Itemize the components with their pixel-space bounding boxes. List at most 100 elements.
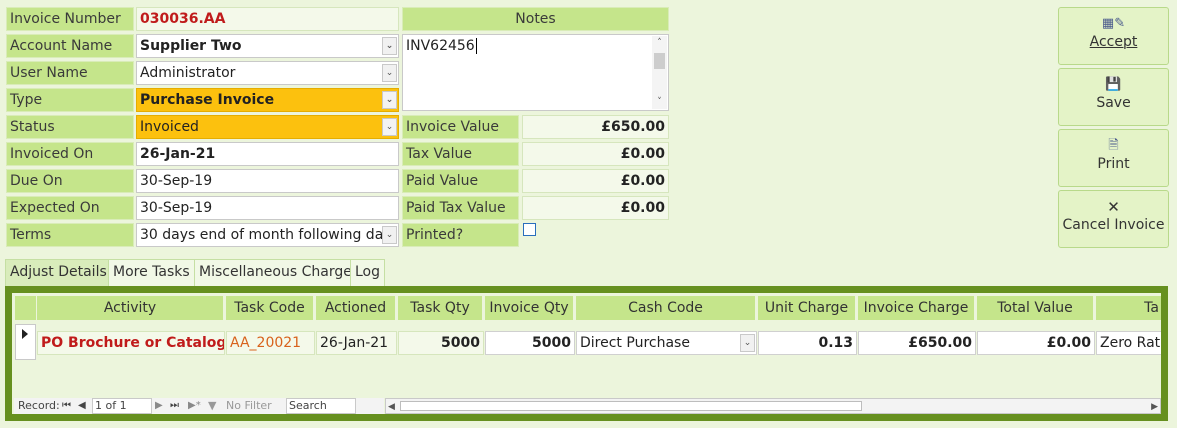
- datasheet-body: Activity Task Code Actioned Task Qty Inv…: [12, 293, 1161, 414]
- status-value: Invoiced: [140, 119, 199, 135]
- cell-actioned[interactable]: 26-Jan-21: [316, 331, 397, 355]
- tax-value-field: £0.00: [522, 142, 669, 166]
- invoiced-on-label: Invoiced On: [6, 142, 134, 166]
- cell-activity[interactable]: PO Brochure or Catalogue: [37, 331, 225, 355]
- cell-invoice-charge[interactable]: £650.00: [858, 331, 976, 355]
- scrollbar-thumb[interactable]: [400, 401, 862, 411]
- row-selector-header[interactable]: [15, 296, 36, 320]
- type-label: Type: [6, 88, 134, 112]
- previous-record-icon[interactable]: ◀: [78, 398, 86, 414]
- due-on-label: Due On: [6, 169, 134, 193]
- next-record-icon[interactable]: ▶: [155, 398, 163, 414]
- tab-adjust-details[interactable]: Adjust Details: [5, 259, 112, 286]
- chevron-down-icon[interactable]: ⌄: [382, 118, 397, 136]
- terms-select[interactable]: 30 days end of month following date ⌄: [136, 223, 399, 247]
- column-header-invoice-charge[interactable]: Invoice Charge: [858, 296, 976, 320]
- chevron-left-icon[interactable]: ◀: [388, 399, 395, 414]
- invoice-number-label: Invoice Number: [6, 7, 134, 31]
- chevron-down-icon[interactable]: ⌄: [382, 64, 397, 82]
- last-record-icon[interactable]: ⏭: [170, 398, 179, 414]
- accept-icon: ▦✎: [1101, 16, 1126, 31]
- save-label: Save: [1096, 95, 1131, 111]
- chevron-down-icon[interactable]: ⌄: [382, 37, 397, 55]
- notes-scrollbar[interactable]: ˄ ˅: [652, 36, 667, 109]
- column-header-invoice-qty[interactable]: Invoice Qty: [485, 296, 575, 320]
- chevron-down-icon[interactable]: ˅: [652, 95, 667, 109]
- user-name-value: Administrator: [140, 65, 236, 81]
- printed-label: Printed?: [402, 223, 519, 247]
- user-name-label: User Name: [6, 61, 134, 85]
- cell-tax[interactable]: Zero Rat: [1096, 331, 1161, 355]
- accept-button[interactable]: ▦✎ Accept: [1058, 7, 1169, 65]
- invoice-value-label: Invoice Value: [402, 115, 519, 139]
- save-button[interactable]: 💾 Save: [1058, 68, 1169, 126]
- terms-label: Terms: [6, 223, 134, 247]
- filter-icon[interactable]: ▼: [208, 398, 216, 414]
- chevron-down-icon[interactable]: ⌄: [740, 334, 755, 352]
- column-header-task-code[interactable]: Task Code: [226, 296, 315, 320]
- status-select[interactable]: Invoiced ⌄: [136, 115, 399, 139]
- expected-on-label: Expected On: [6, 196, 134, 220]
- column-header-task-qty[interactable]: Task Qty: [398, 296, 484, 320]
- column-header-total-value[interactable]: Total Value: [977, 296, 1095, 320]
- cell-invoice-qty[interactable]: 5000: [485, 331, 575, 355]
- search-input[interactable]: Search: [286, 398, 356, 414]
- chevron-down-icon[interactable]: ⌄: [382, 91, 397, 109]
- chevron-up-icon[interactable]: ˄: [652, 36, 667, 50]
- cell-unit-charge[interactable]: 0.13: [758, 331, 857, 355]
- type-select[interactable]: Purchase Invoice ⌄: [136, 88, 399, 112]
- column-header-cash-code[interactable]: Cash Code: [576, 296, 757, 320]
- column-header-tax[interactable]: Ta: [1096, 296, 1161, 320]
- invoice-lines-datasheet: Activity Task Code Actioned Task Qty Inv…: [5, 286, 1168, 421]
- tab-log[interactable]: Log: [350, 259, 386, 286]
- print-button[interactable]: 🗎 Print: [1058, 129, 1169, 187]
- cell-task-qty[interactable]: 5000: [398, 331, 484, 355]
- cell-total-value[interactable]: £0.00: [977, 331, 1095, 355]
- new-record-icon[interactable]: ▶*: [188, 398, 201, 414]
- chevron-right-icon[interactable]: ▶: [1151, 399, 1158, 414]
- floppy-disk-icon: 💾: [1105, 77, 1122, 92]
- column-header-activity[interactable]: Activity: [37, 296, 225, 320]
- account-name-select[interactable]: Supplier Two ⌄: [136, 34, 399, 58]
- text-cursor: [475, 38, 477, 54]
- printed-checkbox[interactable]: [523, 223, 536, 236]
- current-record-icon: [22, 329, 28, 339]
- chevron-down-icon[interactable]: ⌄: [382, 226, 397, 244]
- cancel-invoice-button[interactable]: ✕ Cancel Invoice: [1058, 190, 1169, 248]
- notes-value: INV62456: [406, 38, 475, 54]
- invoiced-on-field[interactable]: 26-Jan-21: [136, 142, 399, 166]
- cell-task-code[interactable]: AA_20021: [226, 331, 315, 355]
- invoice-value-field: £650.00: [522, 115, 669, 139]
- tab-more-tasks[interactable]: More Tasks: [108, 259, 195, 286]
- accept-label: Accept: [1089, 34, 1138, 50]
- paid-value-field: £0.00: [522, 169, 669, 193]
- record-position-field[interactable]: 1 of 1: [92, 398, 152, 414]
- tax-value-label: Tax Value: [402, 142, 519, 166]
- status-label: Status: [6, 115, 134, 139]
- close-icon: ✕: [1107, 198, 1120, 216]
- record-label: Record:: [18, 399, 60, 412]
- paid-value-label: Paid Value: [402, 169, 519, 193]
- cash-code-value: Direct Purchase: [580, 335, 690, 351]
- word-document-icon: 🗎: [1108, 138, 1119, 153]
- notes-textarea[interactable]: INV62456 ˄ ˅: [402, 34, 669, 111]
- cancel-invoice-label: Cancel Invoice: [1062, 217, 1165, 233]
- horizontal-scrollbar[interactable]: ◀ ▶: [385, 398, 1161, 414]
- notes-header: Notes: [402, 7, 669, 31]
- due-on-field[interactable]: 30-Sep-19: [136, 169, 399, 193]
- first-record-icon[interactable]: ⏮: [62, 398, 71, 414]
- account-name-value: Supplier Two: [140, 38, 242, 54]
- terms-value: 30 days end of month following date: [140, 227, 398, 243]
- column-header-unit-charge[interactable]: Unit Charge: [758, 296, 857, 320]
- paid-tax-value-label: Paid Tax Value: [402, 196, 519, 220]
- account-name-label: Account Name: [6, 34, 134, 58]
- tab-miscellaneous-charges[interactable]: Miscellaneous Charges: [194, 259, 365, 286]
- cell-cash-code[interactable]: Direct Purchase ⌄: [576, 331, 757, 355]
- invoice-number-field[interactable]: 030036.AA: [136, 7, 399, 31]
- user-name-select[interactable]: Administrator ⌄: [136, 61, 399, 85]
- column-header-actioned[interactable]: Actioned: [316, 296, 397, 320]
- expected-on-field[interactable]: 30-Sep-19: [136, 196, 399, 220]
- row-selector[interactable]: [15, 324, 36, 360]
- no-filter-indicator[interactable]: No Filter: [226, 398, 272, 414]
- scrollbar-thumb[interactable]: [654, 53, 665, 69]
